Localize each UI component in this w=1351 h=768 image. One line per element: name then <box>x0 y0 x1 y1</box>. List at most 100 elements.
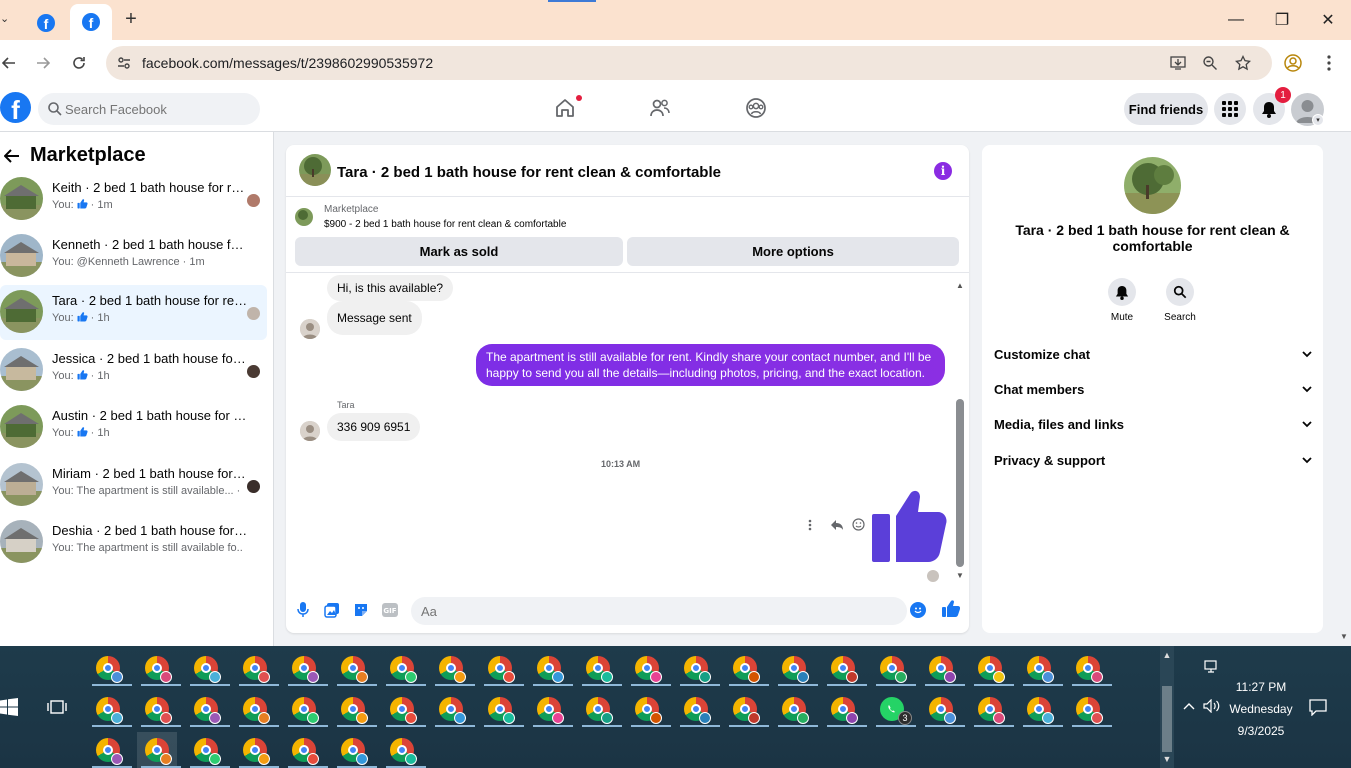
chrome-taskbar-button[interactable] <box>431 650 475 686</box>
taskbar-scrollbar[interactable]: ▲ ▼ <box>1160 646 1174 768</box>
mute-action[interactable]: Mute <box>1097 278 1147 323</box>
whatsapp-taskbar-button[interactable]: 3 <box>872 691 916 727</box>
tab-search-button[interactable]: ⌄ <box>0 12 14 28</box>
chrome-taskbar-button[interactable] <box>823 650 867 686</box>
reload-button[interactable] <box>68 52 90 74</box>
find-friends-button[interactable]: Find friends <box>1124 93 1208 125</box>
facebook-search-input[interactable] <box>65 93 255 125</box>
emoji-icon[interactable] <box>910 602 926 618</box>
search-action[interactable]: Search <box>1155 278 1205 323</box>
chrome-taskbar-button[interactable] <box>235 732 279 768</box>
nav-friends[interactable] <box>647 95 673 121</box>
chrome-taskbar-button[interactable] <box>284 732 328 768</box>
more-options-button[interactable]: More options <box>627 237 959 266</box>
chrome-taskbar-button[interactable] <box>627 691 671 727</box>
more-vertical-icon[interactable] <box>808 519 812 531</box>
incoming-message[interactable]: 336 909 6951 <box>327 413 421 441</box>
chrome-taskbar-button[interactable] <box>921 691 965 727</box>
site-info-icon[interactable] <box>116 55 132 71</box>
minimize-button[interactable]: — <box>1224 8 1248 32</box>
chrome-taskbar-button[interactable] <box>774 650 818 686</box>
listing-thumbnail[interactable] <box>295 208 313 226</box>
chrome-taskbar-button[interactable] <box>480 691 524 727</box>
conversation-item[interactable]: Jessica · 2 bed 1 bath house for rent cl… <box>0 343 267 398</box>
conversation-item[interactable]: Keith · 2 bed 1 bath house for rent clea… <box>0 172 267 227</box>
notification-center-icon[interactable] <box>1308 698 1328 716</box>
chrome-taskbar-button[interactable] <box>382 732 426 768</box>
chrome-taskbar-button[interactable] <box>529 650 573 686</box>
chevron-up-icon[interactable] <box>1180 697 1198 715</box>
chrome-taskbar-button[interactable] <box>382 650 426 686</box>
conversation-item[interactable]: Tara · 2 bed 1 bath house for rent clean… <box>0 285 267 340</box>
chrome-taskbar-button[interactable] <box>186 691 230 727</box>
section-customize-chat[interactable]: Customize chat <box>994 339 1312 369</box>
chrome-taskbar-button[interactable] <box>921 650 965 686</box>
taskbar-scroll-thumb[interactable] <box>1162 686 1172 752</box>
new-tab-button[interactable]: + <box>120 8 142 30</box>
incoming-message[interactable]: Message sent <box>327 301 422 335</box>
info-icon[interactable]: i <box>934 162 952 180</box>
network-icon[interactable] <box>1203 658 1221 676</box>
chrome-taskbar-button[interactable] <box>823 691 867 727</box>
profile-icon[interactable] <box>1282 52 1304 74</box>
chrome-taskbar-button[interactable] <box>284 691 328 727</box>
conversation-item[interactable]: Miriam · 2 bed 1 bath house for rent cle… <box>0 458 267 513</box>
scroll-down-arrow[interactable]: ▼ <box>955 571 965 580</box>
nav-groups[interactable] <box>743 95 769 121</box>
back-arrow-icon[interactable] <box>2 146 22 166</box>
listing-price-title[interactable]: $900 - 2 bed 1 bath house for rent clean… <box>324 219 566 230</box>
section-media-files-links[interactable]: Media, files and links <box>994 409 1312 439</box>
chat-avatar[interactable] <box>299 154 331 186</box>
sticker-icon[interactable] <box>352 601 370 619</box>
chrome-taskbar-button[interactable] <box>137 732 181 768</box>
chrome-taskbar-button[interactable] <box>872 650 916 686</box>
chrome-taskbar-button[interactable] <box>529 691 573 727</box>
section-chat-members[interactable]: Chat members <box>994 374 1312 404</box>
chrome-taskbar-button[interactable] <box>88 691 132 727</box>
chat-title[interactable]: Tara · 2 bed 1 bath house for rent clean… <box>337 164 721 181</box>
install-app-icon[interactable] <box>1168 54 1188 72</box>
tab-facebook-1[interactable]: f <box>24 6 68 40</box>
chrome-taskbar-button[interactable] <box>137 650 181 686</box>
reply-icon[interactable] <box>830 519 844 531</box>
mark-as-sold-button[interactable]: Mark as sold <box>295 237 623 266</box>
chrome-taskbar-button[interactable] <box>970 691 1014 727</box>
message-input[interactable] <box>411 597 907 625</box>
chrome-taskbar-button[interactable] <box>970 650 1014 686</box>
chrome-taskbar-button[interactable] <box>725 691 769 727</box>
chevron-down-icon[interactable]: ▾ <box>1312 114 1324 126</box>
chrome-taskbar-button[interactable] <box>235 650 279 686</box>
chrome-taskbar-button[interactable] <box>284 650 328 686</box>
thumbs-up-sticker-icon[interactable] <box>872 488 947 564</box>
outgoing-message[interactable]: The apartment is still available for ren… <box>476 344 945 386</box>
chrome-taskbar-button[interactable] <box>1068 691 1112 727</box>
conversation-item[interactable]: Kenneth · 2 bed 1 bath house for rent cl… <box>0 229 267 284</box>
chrome-taskbar-button[interactable] <box>333 650 377 686</box>
chrome-taskbar-button[interactable] <box>676 650 720 686</box>
photo-icon[interactable] <box>323 601 341 619</box>
browser-menu-icon[interactable] <box>1318 52 1340 74</box>
nav-home[interactable] <box>552 95 582 121</box>
back-button[interactable] <box>0 52 20 74</box>
url-text[interactable]: facebook.com/messages/t/2398602990535972 <box>142 55 433 71</box>
search-icon[interactable] <box>1166 278 1194 306</box>
system-clock[interactable]: 11:27 PM Wednesday 9/3/2025 <box>1218 676 1304 742</box>
chrome-taskbar-button[interactable] <box>88 732 132 768</box>
notifications-button[interactable]: 1 <box>1253 87 1291 125</box>
zoom-icon[interactable] <box>1200 54 1220 72</box>
chrome-taskbar-button[interactable] <box>186 732 230 768</box>
menu-button[interactable] <box>1214 93 1246 125</box>
chrome-taskbar-button[interactable] <box>578 650 622 686</box>
chrome-taskbar-button[interactable] <box>333 732 377 768</box>
chrome-taskbar-button[interactable] <box>578 691 622 727</box>
like-send-icon[interactable] <box>942 600 960 618</box>
windows-start-icon[interactable] <box>0 698 18 716</box>
forward-button[interactable] <box>32 52 54 74</box>
chrome-taskbar-button[interactable] <box>88 650 132 686</box>
gif-icon[interactable]: GIF <box>381 601 399 619</box>
chrome-taskbar-button[interactable] <box>1019 650 1063 686</box>
incoming-message[interactable]: Hi, is this available? <box>327 275 454 301</box>
scroll-down-arrow[interactable]: ▼ <box>1160 752 1174 766</box>
page-scroll-down-arrow[interactable]: ▼ <box>1338 630 1350 642</box>
scroll-up-arrow[interactable]: ▲ <box>955 281 965 290</box>
